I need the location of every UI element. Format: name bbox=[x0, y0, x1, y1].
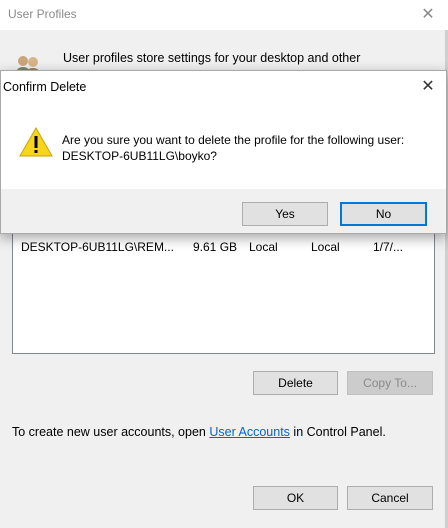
profile-size-cell: 9.61 GB bbox=[193, 240, 238, 254]
profile-type-cell: Local bbox=[249, 240, 278, 254]
warning-icon bbox=[19, 126, 53, 157]
profiles-description: User profiles store settings for your de… bbox=[63, 51, 361, 65]
ok-button[interactable]: OK bbox=[253, 486, 338, 510]
dialog-titlebar: Confirm Delete ✕ bbox=[1, 71, 446, 103]
profile-modified-cell: 1/7/... bbox=[373, 240, 404, 254]
dialog-message-line1: Are you sure you want to delete the prof… bbox=[62, 133, 405, 147]
profile-status-cell: Local bbox=[311, 240, 340, 254]
dialog-message: Are you sure you want to delete the prof… bbox=[62, 132, 404, 164]
window-close-button[interactable]: ✕ bbox=[416, 4, 440, 26]
confirm-delete-dialog: Confirm Delete ✕ Are you sure you want t… bbox=[0, 70, 447, 234]
table-row[interactable]: DESKTOP-6UB11LG\REM... 9.61 GB Local Loc… bbox=[13, 240, 434, 258]
yes-button[interactable]: Yes bbox=[242, 202, 328, 226]
accounts-text: To create new user accounts, open User A… bbox=[12, 425, 386, 439]
cancel-button[interactable]: Cancel bbox=[347, 486, 433, 510]
window-title: User Profiles bbox=[8, 7, 77, 21]
copy-to-button[interactable]: Copy To... bbox=[347, 371, 433, 395]
dialog-body: Are you sure you want to delete the prof… bbox=[1, 103, 446, 189]
profile-list[interactable]: DESKTOP-6UB11LG\REM... 9.61 GB Local Loc… bbox=[12, 232, 435, 354]
dialog-close-button[interactable]: ✕ bbox=[416, 76, 440, 98]
dialog-title: Confirm Delete bbox=[3, 80, 87, 94]
no-button[interactable]: No bbox=[340, 202, 427, 226]
user-accounts-link[interactable]: User Accounts bbox=[209, 425, 290, 439]
accounts-prefix: To create new user accounts, open bbox=[12, 425, 210, 439]
accounts-suffix: in Control Panel. bbox=[289, 425, 386, 439]
dialog-message-line2: DESKTOP-6UB11LG\boyko? bbox=[62, 149, 217, 163]
delete-button[interactable]: Delete bbox=[253, 371, 338, 395]
user-profiles-titlebar: User Profiles ✕ bbox=[0, 0, 448, 30]
profile-name-cell: DESKTOP-6UB11LG\REM... bbox=[21, 240, 174, 254]
